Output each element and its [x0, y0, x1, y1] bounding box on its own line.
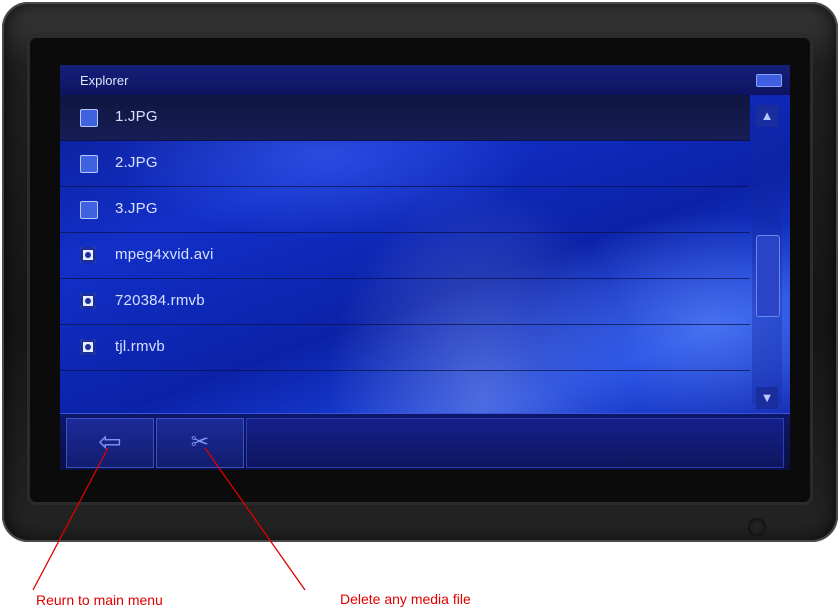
image-file-icon: [80, 201, 98, 219]
file-name: 1.JPG: [115, 108, 158, 125]
back-annotation-caption: Reurn to main menu: [36, 592, 163, 608]
list-item[interactable]: 3.JPG: [60, 187, 750, 233]
video-file-icon: [80, 293, 96, 309]
back-arrow-icon: ⇦: [98, 426, 122, 457]
image-file-icon: [80, 109, 98, 127]
device-sensor: [748, 518, 766, 536]
list-item[interactable]: mpeg4xvid.avi: [60, 233, 750, 279]
scroll-up-icon[interactable]: ▲: [756, 105, 778, 127]
file-name: 720384.rmvb: [115, 292, 205, 309]
list-item[interactable]: 2.JPG: [60, 141, 750, 187]
battery-icon: [756, 74, 782, 87]
video-file-icon: [80, 339, 96, 355]
back-button[interactable]: ⇦: [66, 418, 154, 468]
list-item[interactable]: 1.JPG: [60, 95, 750, 141]
file-name: 3.JPG: [115, 200, 158, 217]
bottom-toolbar: ⇦ ✂: [60, 413, 790, 470]
list-item[interactable]: 720384.rmvb: [60, 279, 750, 325]
file-name: 2.JPG: [115, 154, 158, 171]
list-scrollbar[interactable]: ▲ ▼: [752, 105, 782, 409]
image-file-icon: [80, 155, 98, 173]
scroll-down-icon[interactable]: ▼: [756, 387, 778, 409]
file-name: tjl.rmvb: [115, 338, 165, 355]
list-item[interactable]: tjl.rmvb: [60, 325, 750, 371]
video-file-icon: [80, 247, 96, 263]
device-screen: Explorer 1.JPG 2.JPG 3.JPG mpeg4xvid.avi…: [60, 65, 790, 470]
delete-icon: ✂: [190, 429, 210, 454]
title-bar: Explorer: [60, 65, 790, 95]
file-list: 1.JPG 2.JPG 3.JPG mpeg4xvid.avi 720384.r…: [60, 95, 750, 371]
delete-annotation-caption: Delete any media file: [340, 591, 471, 607]
scroll-thumb[interactable]: [756, 235, 780, 317]
window-title: Explorer: [80, 73, 129, 88]
toolbar-empty-area: [246, 418, 784, 468]
file-name: mpeg4xvid.avi: [115, 246, 214, 263]
delete-button[interactable]: ✂: [156, 418, 244, 468]
